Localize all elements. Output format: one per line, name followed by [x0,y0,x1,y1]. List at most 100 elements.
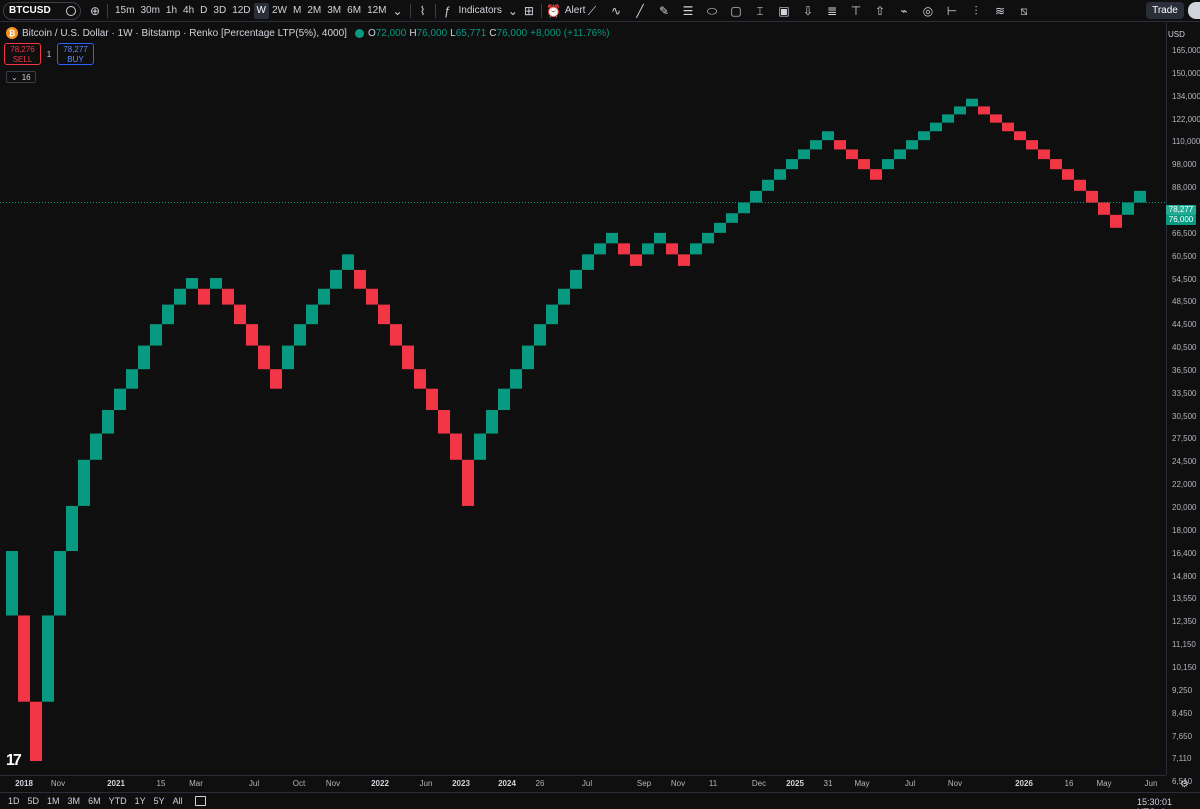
timeframe-1h[interactable]: 1h [163,3,180,19]
timeframe-w[interactable]: W [253,2,269,19]
chart-type-icon[interactable]: ⌇ [415,3,431,19]
chevron-down-icon[interactable]: ⌄ [390,3,406,19]
layouts-icon[interactable]: ⊞ [521,3,537,19]
brush-icon[interactable]: ✎ [652,3,676,19]
timeframe-6m[interactable]: 6M [344,3,364,19]
parallel-channel-icon[interactable]: ☰ [676,3,700,19]
price-tick-label: 27,500 [1172,434,1197,444]
indicators-button[interactable]: Indicators [459,5,502,16]
currency-selector[interactable]: USD [1168,30,1185,39]
text-icon[interactable]: ⊤ [844,3,868,19]
time-tick-label: Jul [248,779,260,788]
renko-brick [294,324,306,346]
price-tick-label: 54,500 [1172,274,1197,284]
range-6m[interactable]: 6M [88,796,101,806]
time-tick-label: Nov [947,779,963,788]
price-tick-label: 40,500 [1172,343,1197,353]
rectangle-icon[interactable]: ▢ [724,3,748,19]
fib-retracement-icon[interactable]: ≣ [820,3,844,19]
renko-brick [318,288,330,305]
sell-button[interactable]: 78,276 SELL [4,43,41,65]
renko-brick [942,114,954,123]
trend-line-icon[interactable]: ⟋ [580,3,604,19]
arrow-up-icon[interactable]: ⇧ [868,3,892,19]
renko-brick [1098,202,1110,215]
ray-icon[interactable]: ╱ [628,3,652,19]
fib-channel-icon[interactable]: ≋ [988,3,1012,19]
panel-toggle-button[interactable] [1188,2,1200,19]
indicator-collapse-button[interactable]: ⌄ 16 [6,71,36,83]
timeframe-30m[interactable]: 30m [137,3,162,19]
drawing-toolbar: ⟋ ∿ ╱ ✎ ☰ ⬭ ▢ ⌶ ▣ ⇩ ≣ ⊤ ⇧ ⌁ ◎ ⊢ ⫶ ≋ ⧅ [580,3,1036,19]
circle-icon[interactable]: ◎ [916,3,940,19]
tradingview-logo-icon[interactable]: 17 [6,752,22,770]
bitcoin-logo-icon: ₿ [6,27,18,39]
timeframe-3d[interactable]: 3D [210,3,229,19]
price-tick-label: 11,150 [1172,640,1196,650]
trade-button[interactable]: Trade [1146,2,1184,19]
range-ytd[interactable]: YTD [109,796,127,806]
range-1m[interactable]: 1M [47,796,60,806]
ellipse-icon[interactable]: ⬭ [700,3,724,19]
top-toolbar: BTCUSD ⊕ 15m 30m 1h 4h D 3D 12D W 2W M 2M 3M 6M 12M ⌄… [0,0,1200,22]
add-symbol-icon[interactable]: ⊕ [87,3,103,19]
box-icon[interactable]: ▣ [772,3,796,19]
timeframe-3m[interactable]: 3M [324,3,344,19]
arrow-down-icon[interactable]: ⇩ [796,3,820,19]
price-tick-label: 22,000 [1172,480,1197,490]
price-tick-label: 7,110 [1172,754,1192,764]
renko-brick [102,410,114,434]
renko-brick [1050,159,1062,170]
timeframe-m[interactable]: M [290,3,304,19]
market-status-icon [354,28,364,38]
renko-brick [390,324,402,346]
renko-brick [42,615,54,702]
divider [434,3,436,18]
range-all[interactable]: All [173,796,183,806]
renko-chart[interactable] [0,23,1166,775]
curve-icon[interactable]: ∿ [604,3,628,19]
timeframe-15m[interactable]: 15m [112,3,137,19]
range-5d[interactable]: 5D [28,796,40,806]
renko-brick [534,324,546,346]
range-3m[interactable]: 3M [68,796,81,806]
time-tick-label: 11 [708,779,718,788]
renko-brick [342,254,354,270]
gear-icon[interactable]: ⚙ [1180,779,1189,790]
price-tick-label: 122,000 [1172,114,1200,124]
timeframe-12d[interactable]: 12D [229,3,253,19]
timeframe-4h[interactable]: 4h [180,3,197,19]
range-1d[interactable]: 1D [8,796,20,806]
measure-icon[interactable]: ⧅ [1012,3,1036,19]
renko-brick [822,131,834,141]
timeframe-2w[interactable]: 2W [269,3,290,19]
timeframe-d[interactable]: D [197,3,210,19]
time-tick-label: 2022 [371,779,389,788]
renko-brick [126,369,138,389]
time-tick-label: May [1096,779,1112,788]
bars-pattern-icon[interactable]: ⫶ [964,3,988,19]
indicators-icon[interactable]: ƒ [440,3,456,19]
range-icon[interactable]: ⊢ [940,3,964,19]
timeframe-12m[interactable]: 12M [364,3,389,19]
buy-price-tag: 78,277 [1166,205,1196,215]
range-1y[interactable]: 1Y [135,796,146,806]
range-5y[interactable]: 5Y [154,796,165,806]
renko-brick [510,369,522,389]
vertical-line-icon[interactable]: ⌶ [748,3,772,19]
legend-title[interactable]: Bitcoin / U.S. Dollar · 1W · Bitstamp · … [22,28,347,39]
chevron-down-icon[interactable]: ⌄ [505,3,521,19]
timeframe-2m[interactable]: 2M [304,3,324,19]
renko-brick [450,433,462,460]
price-tick-label: 9,250 [1172,685,1193,695]
alert-icon[interactable]: ⏰ [546,3,562,19]
renko-brick [798,149,810,160]
symbol-settings-icon[interactable] [66,5,76,16]
buy-button[interactable]: 78,277 BUY [57,43,94,65]
symbol-search[interactable]: BTCUSD [3,1,81,20]
price-tick-label: 110,000 [1172,137,1200,147]
renko-brick [726,213,738,223]
path-icon[interactable]: ⌁ [892,3,916,19]
calendar-icon[interactable] [194,796,206,806]
renko-brick [402,345,414,370]
